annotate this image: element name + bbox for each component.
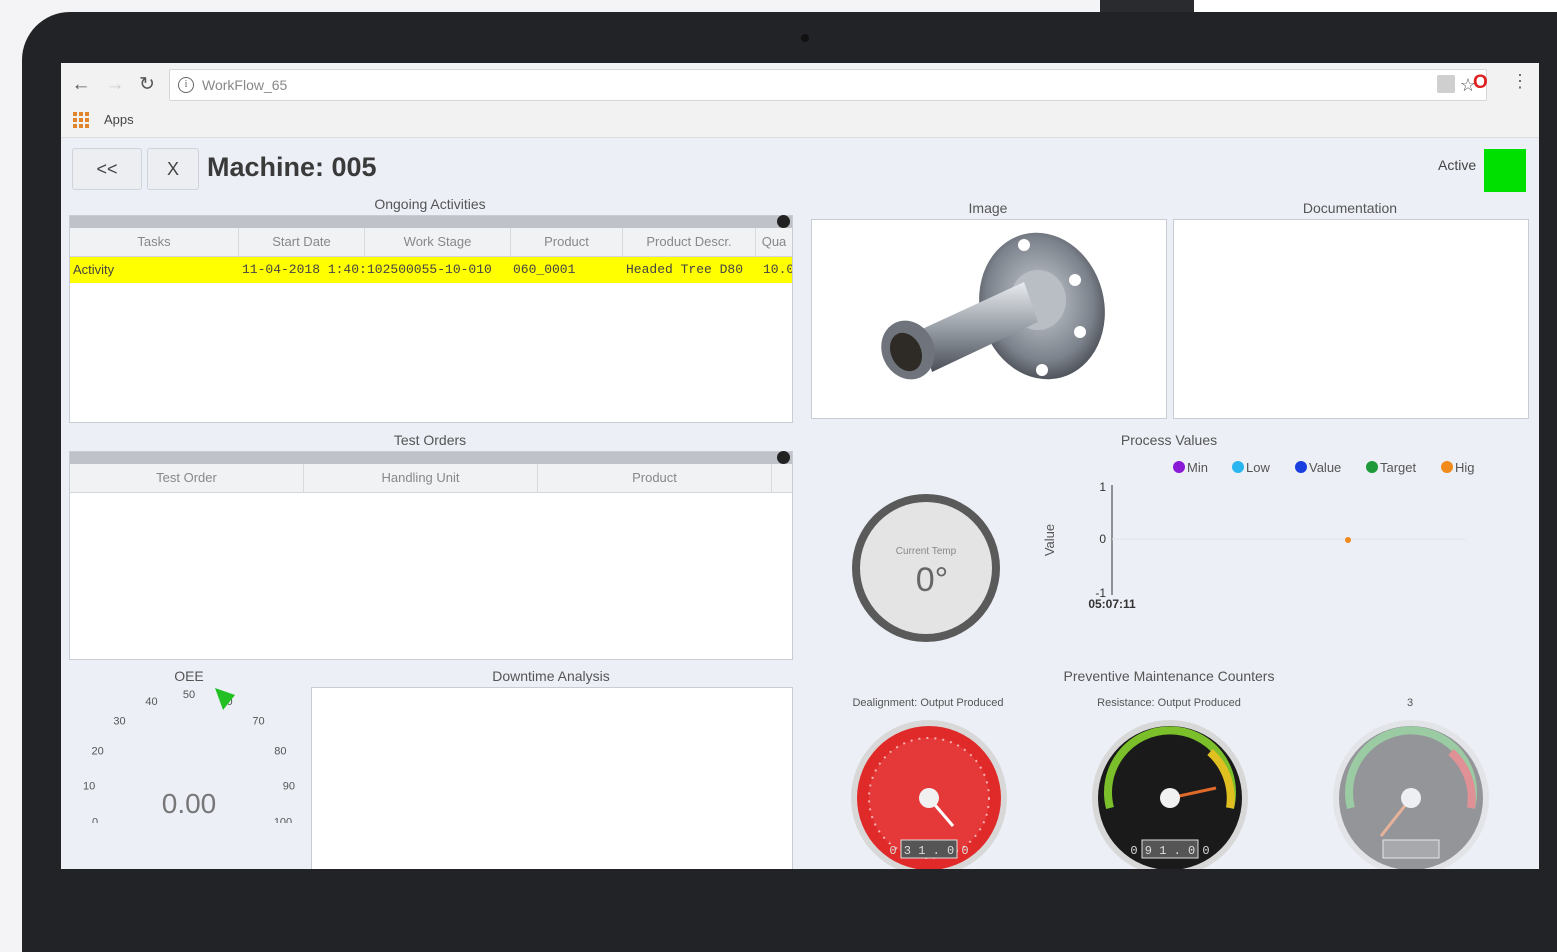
gauge-tick-label: 0 xyxy=(92,817,98,824)
grid-toolbar xyxy=(70,215,792,228)
collapse-icon[interactable] xyxy=(777,451,790,464)
ongoing-activities-title: Ongoing Activities xyxy=(374,196,486,212)
table-row[interactable]: Activity 11-04-2018 1:40: 102500055-10-0… xyxy=(70,257,792,283)
axle-shaft-illustration xyxy=(881,232,1105,380)
downtime-title: Downtime Analysis xyxy=(492,668,610,684)
column-header[interactable]: Product xyxy=(511,228,623,256)
legend-label: Min xyxy=(1187,459,1208,475)
gauge-tick-label: 30 xyxy=(113,716,125,728)
gauge-tick-label: 40 xyxy=(145,696,157,708)
gauge-caption: 3 xyxy=(1406,697,1414,709)
y-tick-label: 1 xyxy=(1099,480,1106,494)
documentation-panel[interactable] xyxy=(1173,219,1529,419)
x-tick-label: 05:07:11 xyxy=(1088,597,1136,611)
legend-item[interactable]: Value xyxy=(1295,459,1341,475)
legend-label: Value xyxy=(1309,459,1342,475)
legend-item[interactable]: Low xyxy=(1232,459,1270,475)
gauge-tick-label: 10 xyxy=(83,781,95,793)
speedometer-gauge: 0 3 1 . 0 0 xyxy=(851,720,1007,869)
collapse-icon[interactable] xyxy=(777,215,790,228)
gauge-tick-label: 20 xyxy=(91,745,103,757)
reload-icon[interactable]: ↻ xyxy=(135,73,159,97)
opera-icon[interactable]: O xyxy=(1473,73,1491,93)
kebab-menu-icon[interactable]: ⋮ xyxy=(1511,71,1529,92)
image-panel-title: Image xyxy=(968,200,1008,216)
y-axis-label: Value xyxy=(1042,524,1057,556)
table-cell: 11-04-2018 1:40: xyxy=(242,262,366,277)
url-text: WorkFlow_65 xyxy=(202,77,288,93)
extension-icon[interactable] xyxy=(1437,75,1455,93)
odometer-readout: 0 3 1 . 0 0 xyxy=(889,844,968,858)
table-cell: 102500055-10-010 xyxy=(367,262,492,277)
downtime-analysis-chart[interactable] xyxy=(311,687,793,869)
current-temp-gauge: Current Temp 0° xyxy=(852,494,1000,642)
grid-toolbar xyxy=(70,451,792,464)
legend-item[interactable]: Min xyxy=(1173,459,1208,475)
test-orders-title: Test Orders xyxy=(393,432,467,448)
gauge-tick-label: 100 xyxy=(274,817,292,824)
column-header[interactable]: Handling Unit xyxy=(304,464,538,492)
address-bar[interactable]: i WorkFlow_65 ☆ xyxy=(169,69,1487,101)
test-orders-grid: Test Order Handling Unit Product xyxy=(69,451,793,660)
gauge-tick-label: 50 xyxy=(183,689,195,701)
documentation-title: Documentation xyxy=(1302,200,1398,216)
speedometer-gauge: 0 9 1 . 0 0 xyxy=(1092,720,1248,869)
legend-label: Low xyxy=(1246,459,1270,475)
legend-item[interactable]: Target xyxy=(1366,459,1416,475)
table-cell: Headed Tree D80 xyxy=(626,262,744,277)
gauge-tick-label: 80 xyxy=(274,745,286,757)
machine-part-image xyxy=(811,219,1167,419)
table-cell: 060_0001 xyxy=(513,262,576,277)
ongoing-activities-grid: Tasks Start Date Work Stage Product Prod… xyxy=(69,215,793,423)
gauge-caption: Resistance: Output Produced xyxy=(1097,697,1241,709)
status-label: Active xyxy=(1438,157,1477,173)
legend-item[interactable]: Hig xyxy=(1441,459,1475,475)
grid-header: Tasks Start Date Work Stage Product Prod… xyxy=(70,228,792,257)
apps-grid-icon[interactable] xyxy=(73,112,89,128)
page-title: Machine: 005 xyxy=(207,152,377,182)
gauge-caption: Dealignment: Output Produced xyxy=(852,697,1004,709)
info-icon[interactable]: i xyxy=(178,77,194,93)
legend-label: Target xyxy=(1380,459,1417,475)
column-header[interactable]: Product xyxy=(538,464,772,492)
column-header[interactable]: Tasks xyxy=(70,228,239,256)
column-header[interactable]: Work Stage xyxy=(365,228,511,256)
table-cell: Activity xyxy=(73,262,115,277)
webcam xyxy=(801,34,809,42)
process-values-title: Process Values xyxy=(1120,432,1218,448)
speedometer-gauge xyxy=(1333,720,1489,869)
oee-gauge: 0.00 0102030405060708090100 xyxy=(83,688,295,824)
grid-header: Test Order Handling Unit Product xyxy=(70,464,792,493)
browser-toolbar: ← → ↻ i WorkFlow_65 ☆ O ⋮ Apps xyxy=(61,63,1539,138)
column-header[interactable]: Qua xyxy=(756,228,792,256)
odometer-readout: 0 9 1 . 0 0 xyxy=(1130,844,1209,858)
back-button[interactable]: << xyxy=(72,148,142,190)
oee-value: 0.00 xyxy=(162,788,217,819)
column-header[interactable]: Start Date xyxy=(239,228,365,256)
screen: ← → ↻ i WorkFlow_65 ☆ O ⋮ Apps << X Mach… xyxy=(61,63,1539,869)
column-header[interactable]: Test Order xyxy=(70,464,304,492)
data-point[interactable] xyxy=(1345,537,1351,543)
oee-title: OEE xyxy=(174,668,204,684)
temp-label: Current Temp xyxy=(896,546,957,557)
y-tick-label: 0 xyxy=(1099,532,1106,546)
legend-label: Hig xyxy=(1455,459,1475,475)
gauge-tick-label: 70 xyxy=(252,716,264,728)
column-header[interactable]: Product Descr. xyxy=(623,228,756,256)
gauge-tick-label: 90 xyxy=(283,781,295,793)
back-arrow-icon[interactable]: ← xyxy=(69,73,93,97)
forward-arrow-icon[interactable]: → xyxy=(103,73,127,97)
status-indicator xyxy=(1484,149,1526,192)
maintenance-title: Preventive Maintenance Counters xyxy=(1063,668,1275,684)
background-window xyxy=(1100,0,1557,12)
close-button[interactable]: X xyxy=(147,148,199,190)
apps-bookmark[interactable]: Apps xyxy=(104,112,134,127)
temp-value: 0° xyxy=(916,561,949,599)
process-values-chart: Value 1 0 -1 05:07:11 xyxy=(1042,480,1466,611)
table-cell: 10.0 xyxy=(763,262,792,277)
